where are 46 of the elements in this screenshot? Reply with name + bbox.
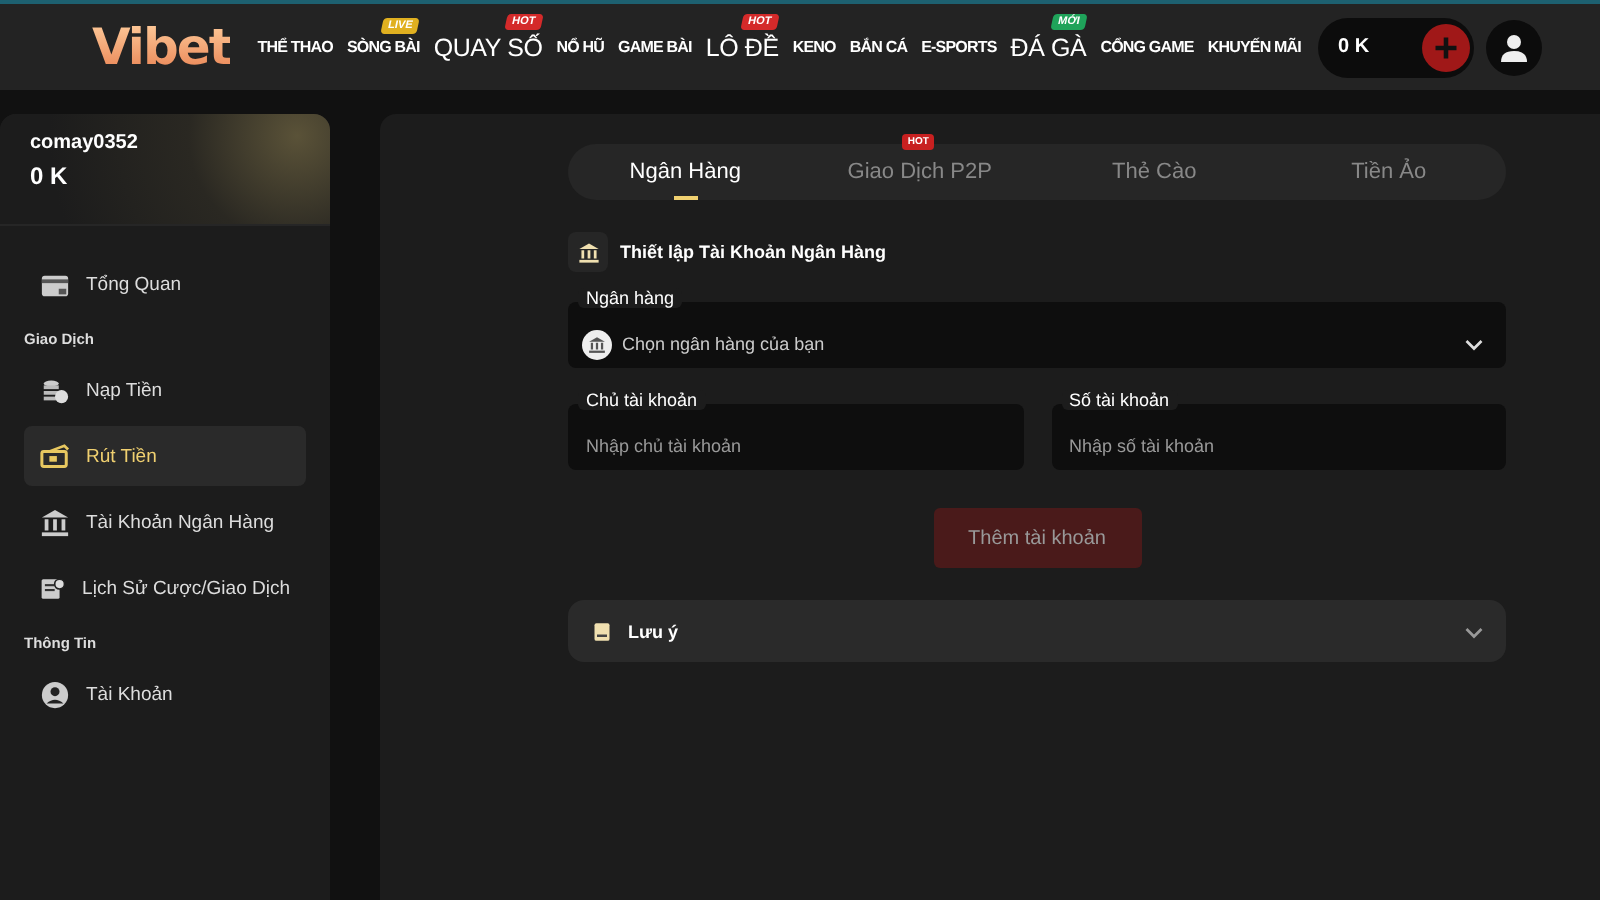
field-label: Ngân hàng: [578, 288, 683, 308]
sidebar-item[interactable]: Rút Tiền: [24, 426, 306, 486]
plus-icon: [1431, 33, 1460, 61]
select-placeholder: Chọn ngân hàng của bạn: [622, 334, 825, 354]
tab[interactable]: Ngân Hàng: [568, 144, 803, 200]
bank-icon: [40, 507, 70, 537]
nav-link[interactable]: GAME BÀI: [611, 38, 699, 56]
bank-icon: [577, 241, 599, 263]
field-label: Số tài khoản: [1061, 390, 1178, 410]
coins-icon: [40, 375, 70, 405]
receipt-icon: [40, 573, 67, 603]
user-icon: [40, 679, 70, 709]
deposit-button[interactable]: [1421, 23, 1470, 71]
note-title: Lưu ý: [628, 621, 679, 641]
section-title: Thiết lập Tài Khoản Ngân Hàng: [620, 242, 887, 262]
tab[interactable]: Giao Dịch P2P: [802, 144, 1037, 200]
nav-link[interactable]: QUAY SỐ: [426, 33, 550, 61]
bank-icon: [588, 335, 606, 353]
user-icon: [1497, 31, 1530, 63]
balance-amount: 0 K: [1337, 36, 1370, 58]
nav-link[interactable]: KHUYẾN MÃI: [1200, 38, 1308, 56]
sidebar-item[interactable]: Nạp Tiền: [24, 360, 306, 420]
cash-icon: [40, 441, 70, 471]
nav-link[interactable]: THỂ THAO: [250, 38, 340, 56]
tab[interactable]: Tiền Ảo: [1271, 144, 1506, 200]
input-field[interactable]: Nhập số tài khoản: [1051, 404, 1506, 470]
nav-link[interactable]: KENO: [785, 38, 843, 56]
nav-link[interactable]: CỔNG GAME: [1093, 38, 1201, 56]
sidebar-item[interactable]: Tài Khoản: [24, 664, 306, 724]
sidebar-item[interactable]: Lịch Sử Cược/Giao Dịch: [24, 558, 306, 618]
nav-link[interactable]: ĐÁ GÀ: [1003, 33, 1094, 61]
note-icon: [592, 619, 612, 643]
nav-link[interactable]: SÒNG BÀI: [339, 38, 427, 56]
nav-link[interactable]: BẮN CÁ: [842, 38, 915, 56]
nav-link[interactable]: E-SPORTS: [914, 38, 1004, 56]
input-field[interactable]: Nhập chủ tài khoản: [568, 404, 1023, 470]
note-accordion[interactable]: Lưu ý: [568, 600, 1506, 662]
tab[interactable]: Thẻ Cào: [1037, 144, 1272, 200]
field-label: Chủ tài khoản: [578, 390, 706, 410]
nav-link[interactable]: NỔ HŨ: [549, 38, 612, 56]
sidebar-item[interactable]: Tổng Quan: [24, 254, 306, 314]
nav-link[interactable]: LÔ ĐỀ: [698, 33, 786, 61]
username: comay0352: [30, 132, 140, 154]
sidebar-item[interactable]: Tài Khoản Ngân Hàng: [24, 492, 306, 552]
account-button[interactable]: [1485, 19, 1542, 75]
profile-balance: 0 K: [30, 162, 70, 190]
